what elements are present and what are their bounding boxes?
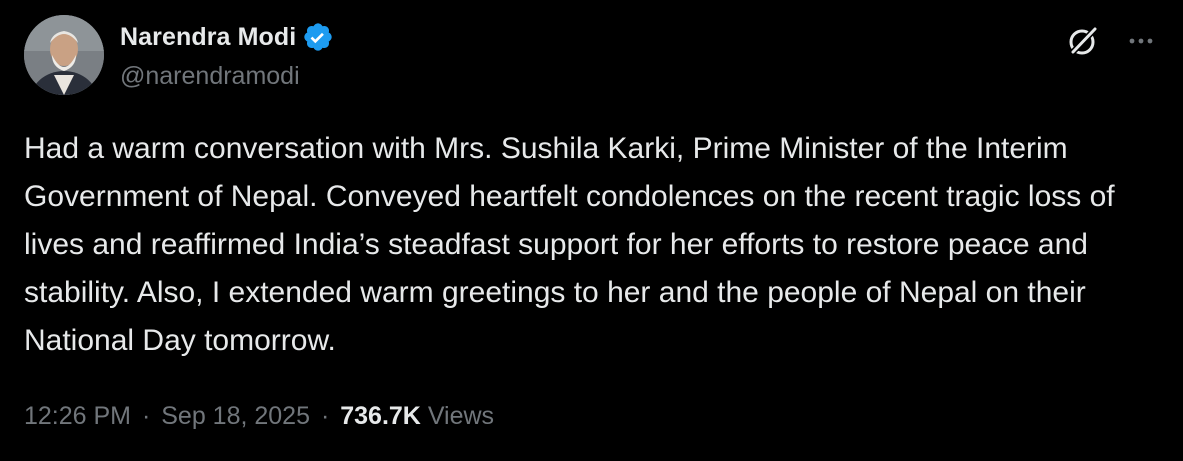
tweet-card: Narendra Modi @narendramodi Had a warm c… (0, 0, 1183, 461)
name-row: Narendra Modi (120, 20, 334, 54)
tweet-header: Narendra Modi @narendramodi (24, 15, 1159, 95)
user-info: Narendra Modi @narendramodi (120, 20, 334, 91)
verified-badge-icon[interactable] (302, 21, 334, 53)
views-label[interactable]: Views (428, 402, 494, 430)
tweet-meta: 12:26 PM · Sep 18, 2025 · 736.7K Views (24, 399, 494, 433)
tweet-text: Had a warm conversation with Mrs. Sushil… (24, 132, 1115, 357)
separator: · (320, 402, 330, 430)
handle[interactable]: @narendramodi (120, 61, 334, 91)
display-name[interactable]: Narendra Modi (120, 23, 296, 52)
tweet-date[interactable]: Sep 18, 2025 (161, 402, 310, 430)
separator: · (141, 402, 151, 430)
avatar[interactable] (24, 15, 104, 95)
tweet-time[interactable]: 12:26 PM (24, 402, 131, 430)
profile-photo (24, 15, 104, 95)
grok-icon[interactable] (1065, 23, 1101, 59)
more-options-icon[interactable] (1125, 25, 1157, 55)
views-count[interactable]: 736.7K (340, 402, 421, 430)
